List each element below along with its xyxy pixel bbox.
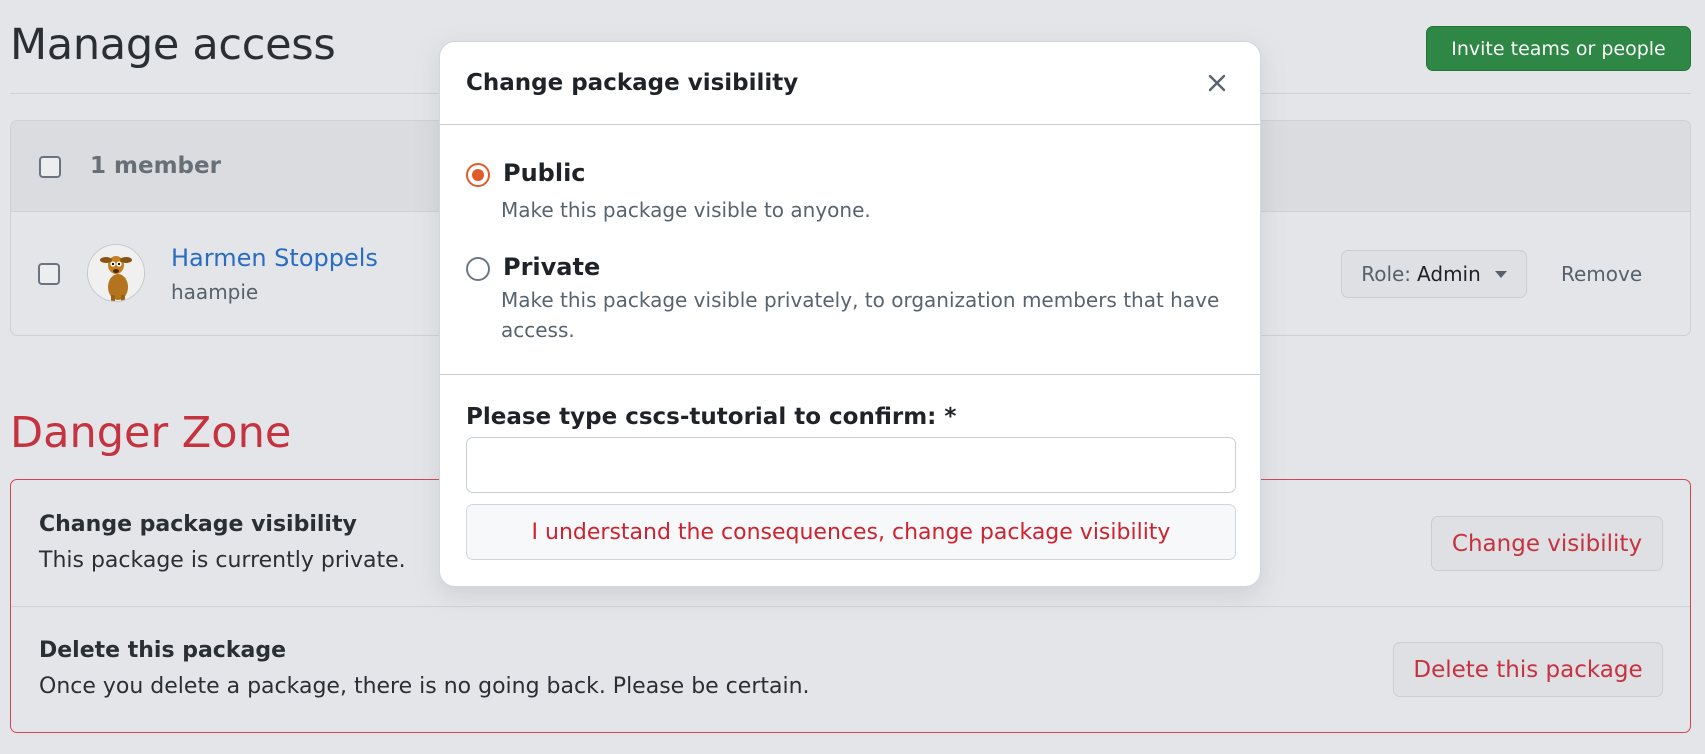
page: Manage access Invite teams or people 1 m… bbox=[0, 0, 1705, 754]
private-description: Make this package visible privately, to … bbox=[501, 288, 1220, 342]
close-button[interactable] bbox=[1200, 66, 1234, 100]
close-icon bbox=[1208, 74, 1226, 92]
confirm-change-visibility-button[interactable]: I understand the consequences, change pa… bbox=[466, 504, 1236, 560]
change-visibility-dialog: Change package visibility Public Make th… bbox=[439, 41, 1261, 587]
dialog-header: Change package visibility bbox=[440, 42, 1260, 125]
private-radio[interactable] bbox=[466, 257, 490, 281]
visibility-options: Public Make this package visible to anyo… bbox=[440, 125, 1260, 375]
confirm-label: Please type cscs-tutorial to confirm: * bbox=[466, 404, 957, 430]
public-description: Make this package visible to anyone. bbox=[501, 198, 871, 222]
public-radio[interactable] bbox=[466, 163, 490, 187]
dialog-title: Change package visibility bbox=[466, 70, 799, 96]
confirm-input[interactable] bbox=[466, 437, 1236, 493]
private-label[interactable]: Private bbox=[503, 253, 600, 281]
public-label[interactable]: Public bbox=[503, 159, 586, 187]
